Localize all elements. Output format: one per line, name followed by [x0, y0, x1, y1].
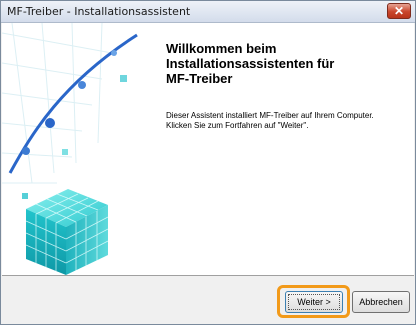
window-title: MF-Treiber - Installationsassistent	[7, 5, 191, 18]
heading-line: Willkommen beim	[166, 41, 277, 56]
title-bar: MF-Treiber - Installationsassistent ✕	[1, 1, 415, 23]
welcome-heading: Willkommen beim Installationsassistenten…	[166, 41, 402, 86]
close-button[interactable]: ✕	[387, 3, 411, 19]
next-button-highlight	[277, 285, 350, 318]
heading-line: Installationsassistenten für	[166, 56, 335, 71]
description-line: Klicken Sie zum Fortfahren auf "Weiter".	[166, 121, 309, 130]
heading-line: MF-Treiber	[166, 71, 233, 86]
welcome-description: Dieser Assistent installiert MF-Treiber …	[166, 111, 406, 131]
installer-window: MF-Treiber - Installationsassistent ✕ Wi…	[0, 0, 416, 325]
cancel-button[interactable]: Abbrechen	[352, 291, 410, 313]
close-icon: ✕	[393, 4, 405, 18]
wizard-graphic	[1, 22, 152, 275]
button-bar: Weiter > Abbrechen	[2, 276, 414, 324]
description-line: Dieser Assistent installiert MF-Treiber …	[166, 111, 374, 120]
cube-illustration	[1, 22, 152, 275]
welcome-panel: Willkommen beim Installationsassistenten…	[1, 22, 414, 276]
